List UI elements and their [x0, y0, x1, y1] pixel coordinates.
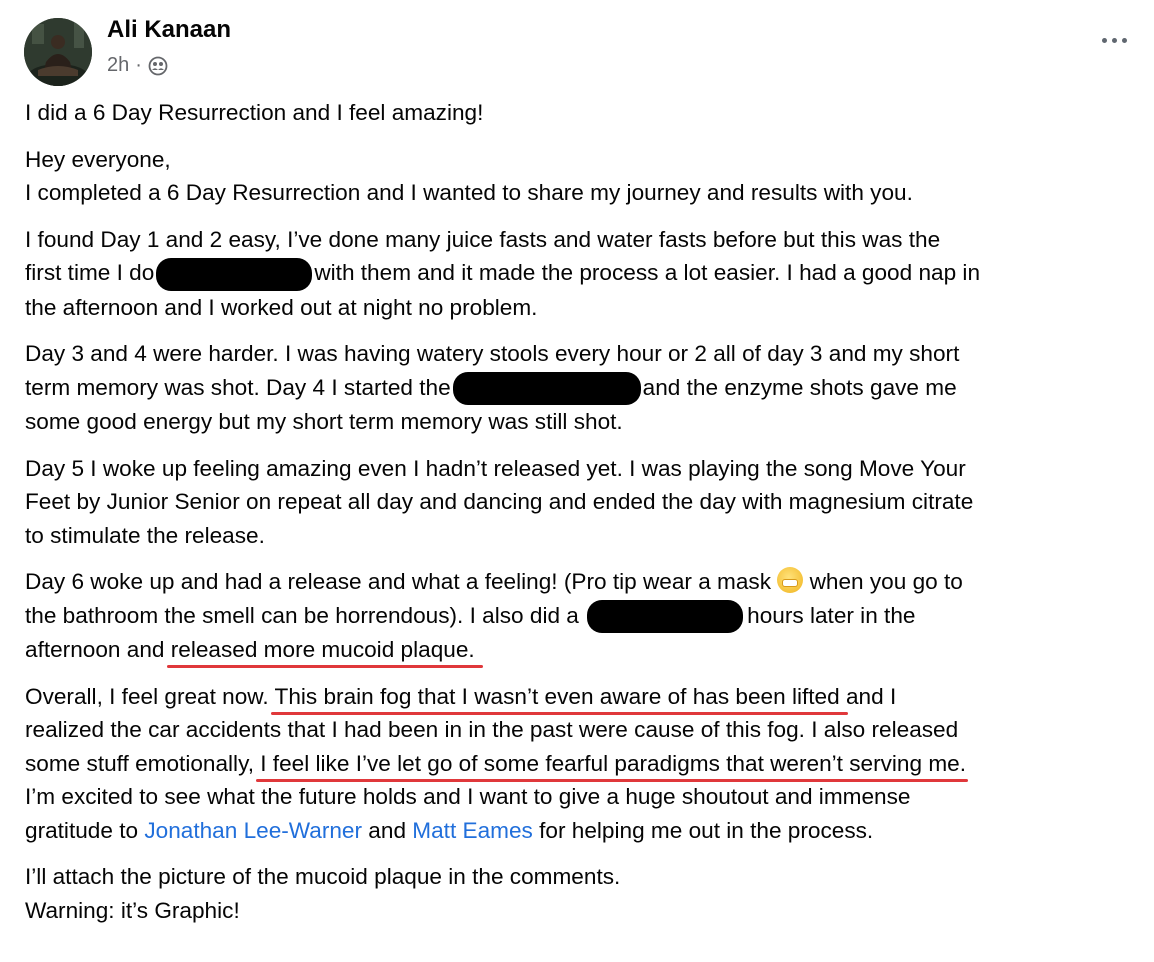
text-line: the afternoon and I worked out at night … [25, 294, 538, 320]
text-line: Feet by Junior Senior on repeat all day … [25, 489, 974, 515]
text-line: the bathroom the smell can be horrendous… [25, 599, 1140, 634]
avatar[interactable] [24, 18, 92, 86]
text-line: term memory was shot. Day 4 I started th… [25, 371, 1140, 406]
text-fragment: and the enzyme shots gave me [642, 374, 957, 400]
more-dot [1121, 37, 1127, 43]
post-header: Ali Kanaan 2h · [24, 12, 1134, 86]
underlined-phrase: This brain fog that I wasn’t even aware … [274, 683, 840, 709]
text-line: Overall, I feel great now. This brain fo… [25, 680, 1140, 714]
intro-line: I completed a 6 Day Resurrection and I w… [25, 180, 913, 205]
text-line: I’ll attach the picture of the mucoid pl… [25, 864, 621, 890]
text-line: to stimulate the release. [25, 522, 265, 548]
post-meta: 2h · [107, 54, 168, 77]
avatar-photo-icon [24, 18, 92, 86]
paragraph-day-3-4: Day 3 and 4 were harder. I was having wa… [25, 337, 1140, 439]
redaction-bar [452, 372, 641, 406]
text-line: first time I do with them and it made the… [25, 256, 1140, 291]
paragraph-day-6: Day 6 woke up and had a release and what… [25, 565, 1140, 667]
text-fragment: with them and it made the process a lot … [314, 260, 981, 285]
text-fragment: Day 6 woke up and had a release and what… [25, 569, 772, 595]
paragraph-day-5: Day 5 I woke up feeling amazing even I h… [25, 452, 1140, 553]
greeting: Hey everyone, [25, 146, 171, 172]
text-line: Day 6 woke up and had a release and what… [25, 565, 1140, 599]
paragraph-closing: I’ll attach the picture of the mucoid pl… [25, 860, 1140, 927]
paragraph-headline: I did a 6 Day Resurrection and I feel am… [25, 96, 1140, 130]
paragraph-intro: Hey everyone, I completed a 6 Day Resurr… [25, 143, 1140, 210]
redaction-bar [156, 257, 313, 291]
paragraph-overall: Overall, I feel great now. This brain fo… [25, 680, 1140, 848]
text-line: gratitude to Jonathan Lee-Warner and Mat… [25, 814, 1140, 848]
text-fragment: Overall, I feel great now. [25, 683, 275, 709]
paragraph-day-1-2: I found Day 1 and 2 easy, I’ve done many… [25, 223, 1140, 325]
meta-separator: · [135, 54, 142, 76]
mask-emoji-icon [777, 567, 804, 594]
more-options-icon [1101, 37, 1107, 43]
underlined-phrase: released more mucoid plaque. [170, 637, 475, 663]
text-fragment: the bathroom the smell can be horrendous… [25, 602, 579, 628]
more-dot [1111, 37, 1117, 43]
text-line: I found Day 1 and 2 easy, I’ve done many… [25, 226, 941, 252]
text-fragment: for helping me out in the process. [532, 817, 874, 843]
text-line: afternoon and released more mucoid plaqu… [25, 633, 1140, 667]
text-fragment: gratitude to [25, 817, 145, 843]
text-line: some stuff emotionally, I feel like I’ve… [25, 747, 1140, 781]
text-fragment: hours later in the [747, 602, 916, 628]
text-line: realized the car accidents that I had be… [25, 717, 959, 743]
post-body: I did a 6 Day Resurrection and I feel am… [25, 96, 1140, 940]
text-fragment: some stuff emotionally, [25, 750, 261, 776]
redaction-bar [587, 600, 744, 634]
text-line: some good energy but my short term memor… [25, 409, 623, 435]
text-fragment: . [959, 750, 967, 776]
more-options-button[interactable] [1094, 30, 1134, 50]
text-fragment: first time I do [25, 260, 155, 285]
text-fragment: afternoon and [25, 637, 171, 663]
text-fragment: when you go to [803, 569, 963, 595]
text-fragment: term memory was shot. Day 4 I started th… [25, 374, 451, 400]
text-line: Day 5 I woke up feeling amazing even I h… [25, 455, 966, 481]
post-time[interactable]: 2h [107, 54, 129, 77]
text-line: I’m excited to see what the future holds… [25, 784, 911, 810]
friends-group-icon[interactable] [148, 56, 168, 76]
text-fragment: and I [839, 683, 897, 709]
mention-link-jonathan[interactable]: Jonathan Lee-Warner [144, 818, 362, 843]
facebook-post: Ali Kanaan 2h · I did a 6 Day Resurrecti… [0, 0, 1154, 962]
text-line: Day 3 and 4 were harder. I was having wa… [25, 341, 960, 367]
mention-link-matt[interactable]: Matt Eames [412, 818, 533, 843]
underlined-phrase: I feel like I’ve let go of some fearful … [260, 750, 960, 776]
text-fragment: and [362, 817, 413, 843]
author-name[interactable]: Ali Kanaan [107, 16, 231, 44]
text-line: Warning: it’s Graphic! [25, 897, 240, 923]
headline: I did a 6 Day Resurrection and I feel am… [25, 100, 484, 125]
